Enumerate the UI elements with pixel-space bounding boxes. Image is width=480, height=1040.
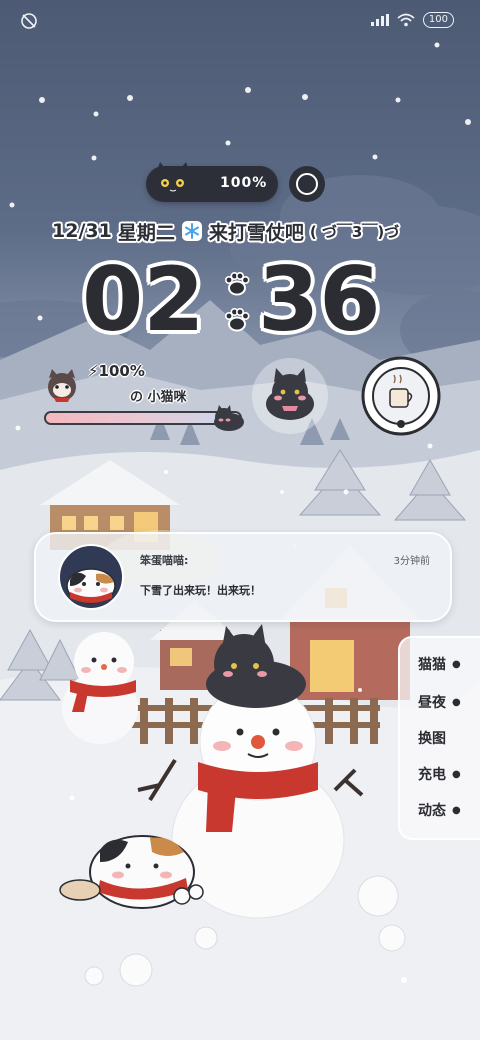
status-bar: 100 (0, 0, 480, 40)
paw-icon: ● (452, 768, 461, 780)
coffee-cup-icon[interactable] (360, 355, 442, 437)
notification-message: 下雪了出来玩！出来玩！ (140, 584, 261, 597)
notification-card[interactable]: 笨蛋喵喵: 3分钟前 下雪了出来玩！出来玩！ (34, 532, 452, 622)
menu-item-charge[interactable]: 充电 ● (418, 764, 461, 784)
cat-name: 小猫咪 (147, 390, 187, 405)
battery-percent: 100% (220, 175, 268, 191)
menu-item-label: 猫猫 (418, 657, 446, 673)
paw-icon: ● (452, 804, 461, 816)
menu-item-label: 动态 (418, 803, 446, 819)
side-menu: 猫猫 ● 昼夜 ● 换图 充电 ● 动态 ● (398, 636, 480, 840)
date-text: 12/31 (52, 220, 112, 242)
battery-progress-fill (46, 413, 240, 423)
weekday-text: 星期二 (117, 221, 175, 244)
clock-minute: 36 (258, 248, 381, 351)
paw-icon: ● (452, 696, 461, 708)
sleeping-cat-icon (214, 405, 244, 431)
snowflake-icon (181, 221, 202, 241)
notification-sender: 笨蛋喵喵: (140, 554, 189, 567)
date-line: 12/31 星期二 来打雪仗吧 ( づ￣3￣)づ (52, 216, 399, 246)
charge-percent-value: 100% (98, 362, 145, 380)
cat-name-prefix: の (130, 390, 144, 405)
paw-icon: ● (452, 658, 461, 670)
wifi-icon (397, 13, 415, 27)
no-disturb-icon (21, 13, 37, 29)
status-indicators: 100 (370, 12, 454, 28)
menu-item-cats[interactable]: 猫猫 ● (418, 654, 461, 674)
cat-in-bubble-icon (266, 368, 314, 420)
cat-avatar-icon (48, 369, 76, 402)
winter-scene-wallpaper (0, 42, 480, 1040)
menu-item-label: 昼夜 (418, 695, 446, 711)
menu-item-day-night[interactable]: 昼夜 ● (418, 692, 461, 712)
ring-button[interactable] (289, 166, 325, 202)
notification-time: 3分钟前 (393, 556, 430, 567)
cat-bubble[interactable] (252, 358, 328, 434)
charge-percent: ⚡100% (88, 362, 145, 380)
emoticon-text: ( づ￣3￣)づ (309, 222, 400, 241)
black-cat-face-icon (153, 162, 193, 198)
avatar (58, 544, 124, 610)
greeting-text: 来打雪仗吧 (208, 221, 304, 244)
clock-hour: 02 (82, 248, 205, 351)
menu-item-label: 充电 (418, 767, 446, 783)
menu-item-change-wallpaper[interactable]: 换图 (418, 728, 446, 748)
clock[interactable]: 02 36 (82, 252, 402, 348)
battery-indicator: 100 (422, 12, 454, 28)
battery-pill-widget[interactable]: 100% (146, 162, 278, 202)
cat-name-label: の 小猫咪 (130, 386, 187, 405)
signal-bars-icon (370, 14, 389, 26)
menu-item-dynamic[interactable]: 动态 ● (418, 800, 461, 820)
paw-icon (224, 272, 250, 296)
menu-item-label: 换图 (418, 731, 446, 747)
paw-icon (224, 308, 250, 332)
bolt-icon: ⚡ (88, 362, 99, 380)
